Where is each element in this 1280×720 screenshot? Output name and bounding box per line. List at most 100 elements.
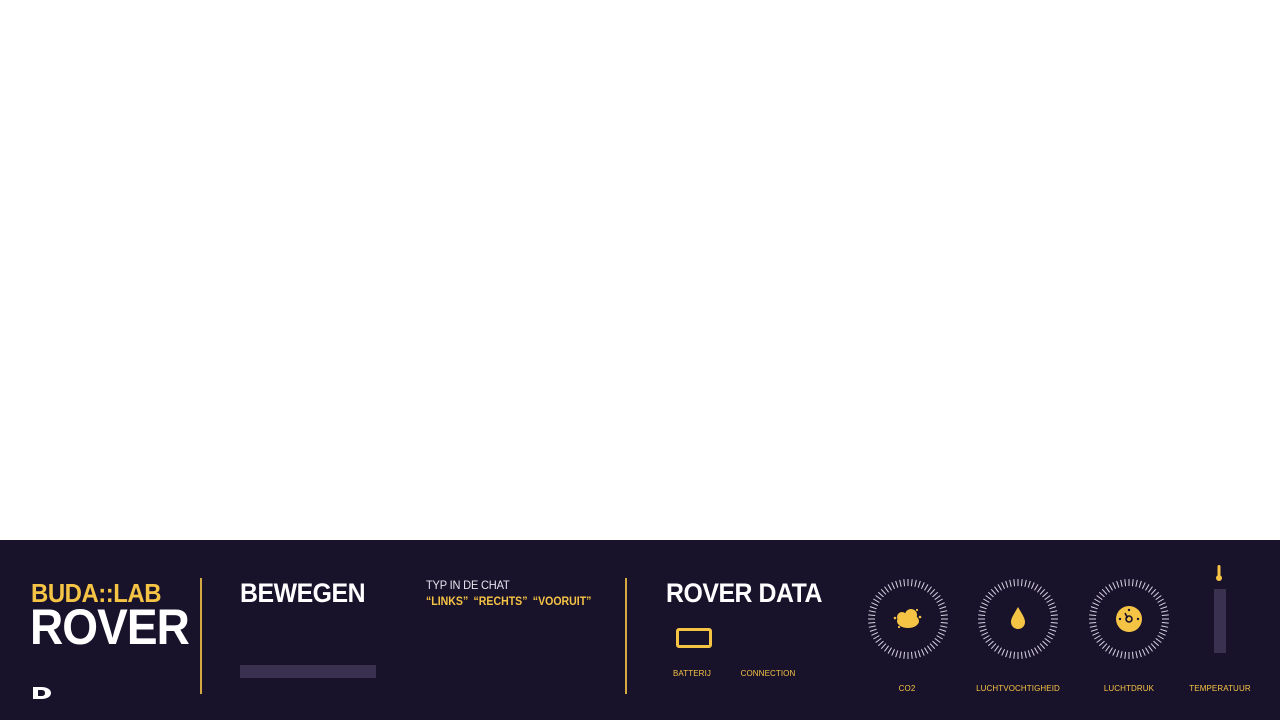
gauge-tick: [1089, 614, 1097, 617]
gauge-tick: [895, 580, 899, 588]
gauge-tick: [985, 637, 992, 643]
gauge-tick: [936, 598, 943, 603]
gauge-tick: [891, 582, 896, 590]
gauge-tick: [1138, 650, 1142, 658]
gauge-tick: [1157, 598, 1164, 603]
gauge-tick: [1161, 621, 1169, 624]
chat-instruction: TYP IN DE CHAT: [426, 578, 510, 592]
gauge-tick: [1161, 610, 1169, 613]
gauge-tick: [884, 586, 890, 593]
gauge-tick: [903, 651, 906, 659]
gauge-tick: [1131, 579, 1134, 587]
gauge-tick: [917, 650, 921, 658]
gauge-tick: [1047, 631, 1055, 636]
gauge-tick: [929, 643, 936, 650]
gauge-tick: [868, 614, 876, 617]
gauge-tick: [1039, 588, 1046, 595]
gauge-tick: [1090, 628, 1098, 632]
gauge-tick: [1046, 598, 1053, 603]
gauge-tick: [1024, 579, 1027, 587]
gauge-tick: [934, 637, 941, 643]
gauge-tick: [873, 635, 880, 640]
gauge-tick: [1046, 635, 1053, 640]
gauge-tick: [871, 602, 879, 607]
gauge-tick: [1155, 637, 1162, 643]
gauge-tick: [914, 651, 917, 659]
gauge-tick: [1005, 580, 1009, 588]
gauge-tick: [1098, 591, 1105, 598]
gauge-tick: [1147, 645, 1153, 652]
gauge-tick: [1124, 651, 1127, 659]
gauge-tick: [1145, 584, 1150, 591]
gauge-tick: [1027, 650, 1031, 658]
temperature-bar: [1214, 589, 1226, 653]
gauge-tick: [978, 610, 986, 613]
gauge-tick: [1092, 631, 1100, 636]
gauge-tick: [1094, 598, 1101, 603]
gauge-tick: [1096, 637, 1103, 643]
gauge-tick: [1089, 610, 1097, 613]
gauge-tick: [1112, 582, 1117, 590]
divider-right: [625, 578, 627, 694]
gauge-tick: [979, 606, 987, 610]
gauge-tick: [910, 651, 913, 659]
gauge-tick: [868, 621, 876, 624]
gauge-tick: [1161, 625, 1169, 628]
gauge-tick: [924, 647, 929, 654]
gauge-tick: [887, 647, 892, 654]
gauge-tick: [978, 625, 986, 628]
command-left: “LINKS”: [426, 594, 469, 608]
gauge-tick: [1089, 625, 1097, 628]
gauge-tick: [1036, 586, 1042, 593]
gauge-tick: [920, 582, 925, 590]
gauge-tick: [875, 637, 882, 643]
video-stream-area: [0, 0, 1280, 540]
gauge-tick: [1049, 628, 1057, 632]
gauge-tick: [903, 579, 906, 587]
gauge-tick: [932, 640, 939, 647]
gauge-tick: [1147, 586, 1153, 593]
gauge-tick: [1096, 595, 1103, 601]
gauge-tick: [899, 579, 902, 587]
pressure-label: LUCHTDRUK: [1103, 684, 1155, 693]
chat-commands: “LINKS” “RECHTS” “VOORUIT”: [426, 594, 591, 608]
gauge-tick: [1042, 591, 1049, 598]
gauge-tick: [926, 586, 932, 593]
gauge-tick: [934, 595, 941, 601]
gauge-tick: [1098, 640, 1105, 647]
gauge-tick: [987, 591, 994, 598]
command-right: “RECHTS”: [473, 594, 528, 608]
gauge-tick: [884, 645, 890, 652]
gauge-tick: [920, 648, 925, 656]
gauge-tick: [1034, 584, 1039, 591]
gauge-tick: [1160, 628, 1168, 632]
gauge-tick: [981, 602, 989, 607]
gauge-tick: [929, 588, 936, 595]
gauge-tick: [868, 610, 876, 613]
gauge-tick: [1005, 650, 1009, 658]
brand-title: ROVER: [30, 599, 190, 655]
gauge-tick: [1101, 643, 1108, 650]
gauge-tick: [978, 621, 986, 624]
gauge-tick: [1160, 606, 1168, 610]
gauge-tick: [910, 579, 913, 587]
temperature-label: TEMPERATUUR: [1189, 684, 1251, 693]
gauge-tick: [1044, 637, 1051, 643]
gauge-tick: [1112, 648, 1117, 656]
gauge-tick: [1105, 586, 1111, 593]
gauge-tick: [1116, 580, 1120, 588]
gauge-tick: [1141, 648, 1146, 656]
gauge-tick: [1013, 579, 1016, 587]
gauge-tick: [1108, 647, 1113, 654]
gauge-tick: [880, 588, 887, 595]
gauge-tick: [869, 606, 877, 610]
gauge-tick: [979, 628, 987, 632]
gauge-tick: [997, 584, 1002, 591]
gauge-tick: [1009, 579, 1012, 587]
gauge-tick: [1157, 635, 1164, 640]
gauge-tick: [1050, 614, 1058, 617]
gauge-tick: [1044, 595, 1051, 601]
command-forward: “VOORUIT”: [532, 594, 592, 608]
water-drop-icon: [1011, 607, 1025, 629]
gauge-tick: [917, 580, 921, 588]
